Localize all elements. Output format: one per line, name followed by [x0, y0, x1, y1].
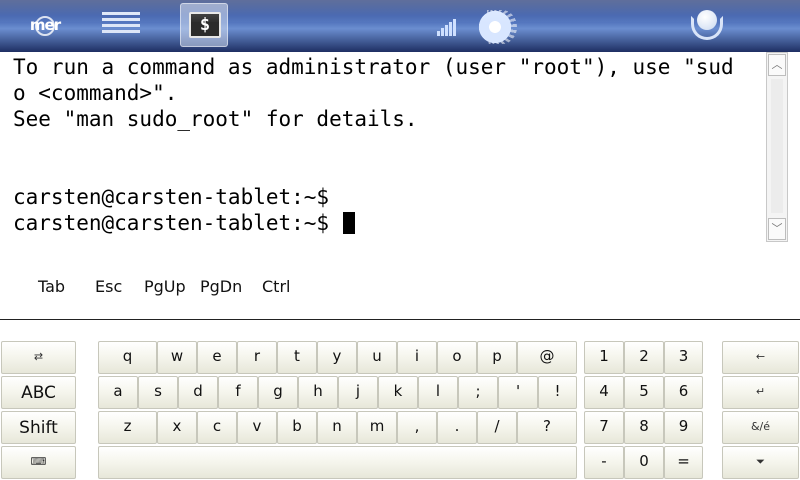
key-n[interactable]: n [317, 411, 357, 444]
key-r[interactable]: r [237, 341, 277, 374]
terminal-icon: $ [189, 12, 221, 38]
terminal-line: See "man sudo_root" for details. [13, 107, 418, 131]
key-j[interactable]: j [338, 376, 378, 409]
scroll-up-button[interactable]: ︿ [768, 54, 786, 76]
backspace-key[interactable]: ← [722, 341, 799, 374]
key-semicolon[interactable]: ; [458, 376, 498, 409]
layout-switch-key[interactable]: ⇄ [1, 341, 76, 374]
key-at[interactable]: @ [517, 341, 577, 374]
key-y[interactable]: y [317, 341, 357, 374]
mer-logo[interactable]: mer [26, 6, 64, 44]
key-k[interactable]: k [378, 376, 418, 409]
key-8[interactable]: 8 [624, 411, 664, 444]
abc-key[interactable]: ABC [1, 376, 76, 409]
key-c[interactable]: c [197, 411, 237, 444]
key-7[interactable]: 7 [584, 411, 624, 444]
key-w[interactable]: w [157, 341, 197, 374]
terminal-scrollbar[interactable]: ︿ ﹀ [766, 52, 788, 242]
hide-keyboard-key[interactable]: ⌨ [1, 446, 76, 479]
symbols-key[interactable]: &/é [722, 411, 799, 444]
key-apostrophe[interactable]: ' [498, 376, 538, 409]
key-period[interactable]: . [437, 411, 477, 444]
status-bar: mer $ [0, 0, 800, 52]
power-icon[interactable] [689, 8, 725, 40]
pgdn-key[interactable]: PgDn [200, 277, 242, 296]
key-0[interactable]: 0 [624, 446, 664, 479]
terminal-line: carsten@carsten-tablet:~$ [13, 185, 330, 209]
key-l[interactable]: l [418, 376, 458, 409]
key-x[interactable]: x [157, 411, 197, 444]
key-3[interactable]: 3 [664, 341, 703, 374]
key-6[interactable]: 6 [664, 376, 703, 409]
key-9[interactable]: 9 [664, 411, 703, 444]
terminal-output[interactable]: To run a command as administrator (user … [0, 52, 766, 244]
key-2[interactable]: 2 [624, 341, 664, 374]
keyboard-down-key[interactable]: ⏷ [722, 446, 799, 479]
terminal-prompt: carsten@carsten-tablet:~$ [13, 211, 342, 235]
key-i[interactable]: i [397, 341, 437, 374]
terminal-app-tile[interactable]: $ [180, 3, 228, 47]
terminal-prompt-line: carsten@carsten-tablet:~$ [13, 210, 766, 236]
key-z[interactable]: z [98, 411, 157, 444]
key-5[interactable]: 5 [624, 376, 664, 409]
shift-key[interactable]: Shift [1, 411, 76, 444]
key-t[interactable]: t [277, 341, 317, 374]
key-o[interactable]: o [437, 341, 477, 374]
key-g[interactable]: g [258, 376, 298, 409]
app-list-icon[interactable] [102, 12, 140, 40]
key-p[interactable]: p [477, 341, 517, 374]
key-v[interactable]: v [237, 411, 277, 444]
space-key[interactable] [98, 446, 577, 479]
key-b[interactable]: b [277, 411, 317, 444]
enter-key[interactable]: ↵ [722, 376, 799, 409]
scroll-down-button[interactable]: ﹀ [768, 218, 786, 240]
key-h[interactable]: h [298, 376, 338, 409]
key-question[interactable]: ? [517, 411, 577, 444]
key-m[interactable]: m [357, 411, 397, 444]
key-minus[interactable]: - [584, 446, 624, 479]
signal-strength-icon[interactable] [437, 18, 457, 36]
terminal-line: To run a command as administrator (user … [13, 55, 734, 79]
key-f[interactable]: f [218, 376, 258, 409]
scroll-track[interactable] [771, 79, 783, 213]
key-a[interactable]: a [98, 376, 138, 409]
key-equals[interactable]: = [664, 446, 703, 479]
key-4[interactable]: 4 [584, 376, 624, 409]
key-e[interactable]: e [197, 341, 237, 374]
terminal-line: o <command>". [13, 81, 178, 105]
ctrl-key[interactable]: Ctrl [262, 277, 290, 296]
key-1[interactable]: 1 [584, 341, 624, 374]
app-window: mer $ To run a command as administrator … [0, 0, 800, 480]
battery-icon[interactable] [477, 8, 517, 46]
tab-key[interactable]: Tab [38, 277, 65, 296]
pgup-key[interactable]: PgUp [144, 277, 186, 296]
key-q[interactable]: q [98, 341, 157, 374]
key-u[interactable]: u [357, 341, 397, 374]
logo-text: mer [29, 16, 61, 34]
key-exclamation[interactable]: ! [538, 376, 577, 409]
esc-key[interactable]: Esc [95, 277, 122, 296]
key-s[interactable]: s [138, 376, 178, 409]
on-screen-keyboard: ⇄ ABC Shift ⌨ q w e r t y u i o p @ a s … [0, 321, 800, 480]
terminal-cursor [342, 212, 355, 234]
special-keys-row: Tab Esc PgUp PgDn Ctrl [0, 244, 800, 320]
key-comma[interactable]: , [397, 411, 437, 444]
key-slash[interactable]: / [477, 411, 517, 444]
key-d[interactable]: d [178, 376, 218, 409]
